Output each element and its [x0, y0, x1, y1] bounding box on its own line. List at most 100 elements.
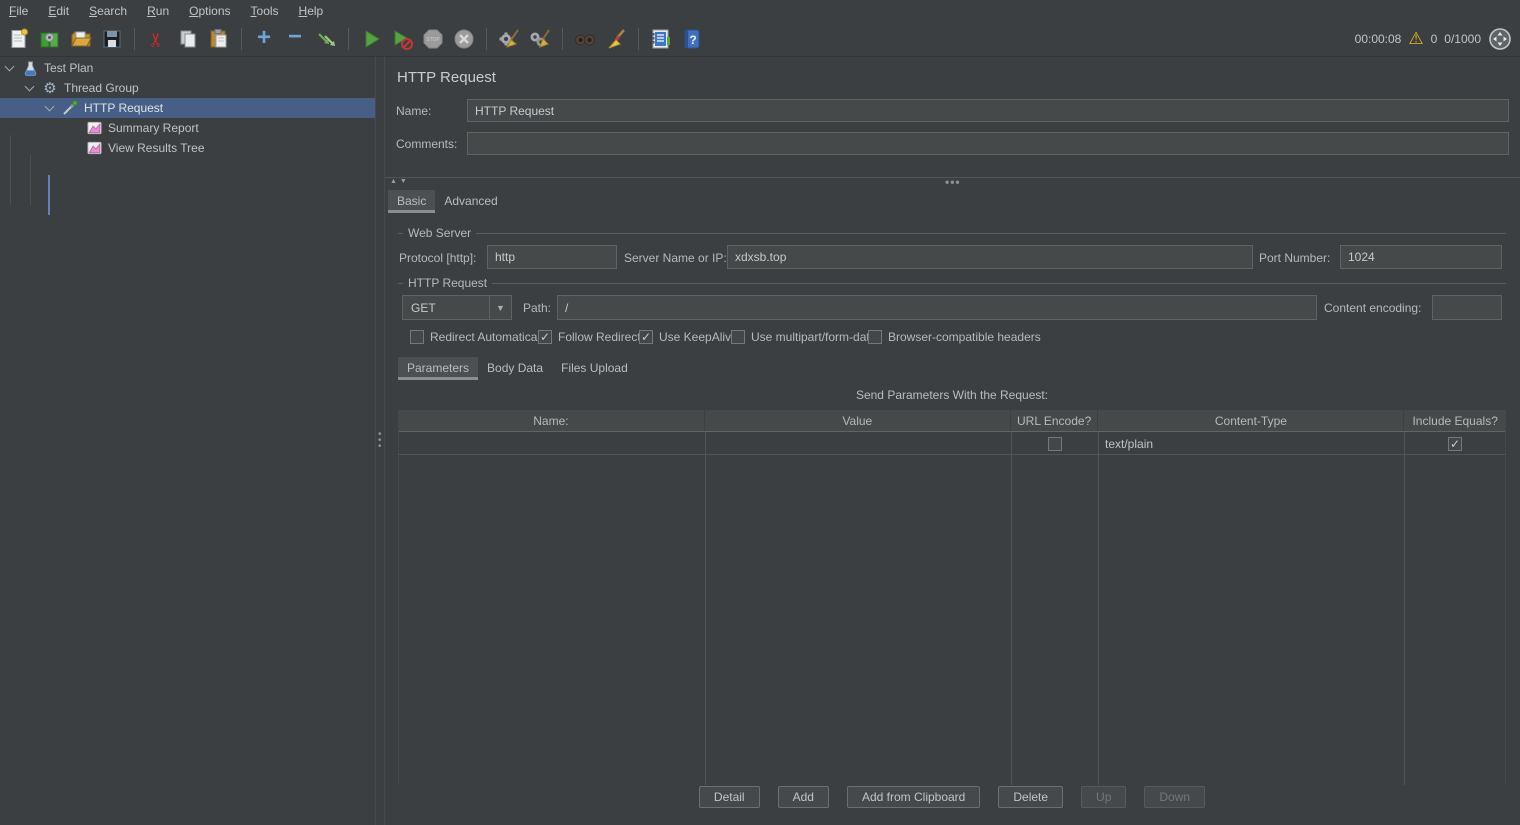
help-icon[interactable]: ?	[679, 26, 705, 52]
delete-button[interactable]: Delete	[998, 786, 1063, 808]
multipart-form-data-checkbox[interactable]	[731, 330, 745, 344]
http-request-editor: HTTP Request Name: Comments: ▲▼ ••• Basi…	[385, 57, 1520, 825]
tab-basic[interactable]: Basic	[388, 190, 435, 213]
clear-icon[interactable]	[496, 26, 522, 52]
splitter-grip-dots[interactable]: •••	[945, 175, 961, 189]
elapsed-time: 00:00:08	[1355, 32, 1402, 46]
web-server-legend: Web Server	[403, 226, 476, 240]
port-number-label: Port Number:	[1259, 251, 1330, 265]
cell-name[interactable]	[398, 433, 705, 454]
table-row: text/plain ✓	[398, 433, 1506, 455]
menu-options[interactable]: Options	[186, 2, 233, 20]
open-file-icon[interactable]	[68, 26, 94, 52]
splitter-grip[interactable]: •••	[378, 432, 382, 450]
use-keepalive-checkbox[interactable]: ✓	[639, 330, 653, 344]
server-name-input[interactable]	[727, 245, 1253, 269]
tab-advanced[interactable]: Advanced	[435, 190, 506, 213]
paste-icon[interactable]	[206, 26, 232, 52]
start-icon[interactable]	[358, 26, 384, 52]
tree-item-summary-report[interactable]: Summary Report	[0, 118, 375, 138]
detail-button[interactable]: Detail	[699, 786, 760, 808]
test-plan-tree: Test Plan ⚙ Thread Group HTTP Request Su…	[0, 57, 375, 825]
copy-icon[interactable]	[175, 26, 201, 52]
follow-redirects-checkbox[interactable]: ✓	[538, 330, 552, 344]
tree-main-splitter[interactable]: •••	[375, 57, 385, 825]
comments-input[interactable]	[467, 132, 1509, 155]
tab-files-upload[interactable]: Files Upload	[552, 357, 637, 380]
method-select[interactable]: GET ▼	[402, 295, 512, 320]
editor-splitter[interactable]: ▲▼ •••	[385, 177, 1520, 188]
content-encoding-input[interactable]	[1432, 295, 1502, 320]
remove-icon[interactable]: −	[282, 26, 308, 52]
tree-item-test-plan[interactable]: Test Plan	[0, 58, 375, 78]
shutdown-icon[interactable]	[451, 26, 477, 52]
path-input[interactable]	[557, 295, 1317, 320]
cell-content-type[interactable]: text/plain	[1098, 433, 1404, 454]
toolbar-separator	[486, 28, 487, 50]
add-icon[interactable]: +	[251, 26, 277, 52]
table-header-row: Name: Value URL Encode? Content-Type Inc…	[398, 410, 1506, 432]
cell-include-equals: ✓	[1404, 433, 1506, 454]
checkbox-label: Browser-compatible headers	[888, 330, 1041, 344]
browser-compatible-headers-option: Browser-compatible headers	[868, 330, 1041, 344]
menu-search[interactable]: Search	[86, 2, 130, 20]
url-encode-checkbox[interactable]	[1048, 437, 1062, 451]
column-header-name: Name:	[398, 410, 704, 431]
tree-item-label: Summary Report	[108, 121, 199, 135]
include-equals-checkbox[interactable]: ✓	[1448, 437, 1462, 451]
menu-run[interactable]: Run	[144, 2, 172, 20]
error-count: 0	[1431, 32, 1438, 46]
browser-compatible-headers-checkbox[interactable]	[868, 330, 882, 344]
tree-item-thread-group[interactable]: ⚙ Thread Group	[0, 78, 375, 98]
start-no-timers-icon[interactable]	[389, 26, 415, 52]
function-helper-icon[interactable]	[648, 26, 674, 52]
menu-file[interactable]: File	[6, 2, 31, 20]
thread-group-icon: ⚙	[42, 80, 58, 96]
column-header-value: Value	[705, 410, 1010, 431]
menu-tools[interactable]: Tools	[248, 2, 282, 20]
test-plan-icon	[22, 60, 38, 76]
web-server-groupbox	[398, 233, 1506, 234]
column-header-content-type: Content-Type	[1098, 410, 1403, 431]
new-file-icon[interactable]	[6, 26, 32, 52]
chevron-down-icon[interactable]: ▼	[489, 296, 511, 319]
toolbar-separator	[348, 28, 349, 50]
add-from-clipboard-button[interactable]: Add from Clipboard	[847, 786, 980, 808]
name-input[interactable]	[467, 99, 1509, 122]
svg-text:STOP: STOP	[426, 37, 440, 43]
tree-item-view-results-tree[interactable]: View Results Tree	[0, 138, 375, 158]
chevron-down-icon[interactable]	[25, 82, 35, 92]
splitter-collapse-arrows[interactable]: ▲▼	[390, 178, 410, 185]
templates-icon[interactable]	[37, 26, 63, 52]
search-reset-icon[interactable]	[603, 26, 629, 52]
tab-body-data[interactable]: Body Data	[478, 357, 552, 380]
content-encoding-label: Content encoding:	[1324, 301, 1421, 315]
redirect-automatically-option: Redirect Automatically	[410, 330, 549, 344]
listener-chart-icon	[86, 140, 102, 156]
listener-chart-icon	[86, 120, 102, 136]
tab-parameters[interactable]: Parameters	[398, 357, 478, 380]
port-number-input[interactable]	[1340, 245, 1502, 269]
save-icon[interactable]	[99, 26, 125, 52]
stop-icon[interactable]: STOP	[420, 26, 446, 52]
toolbar-separator	[562, 28, 563, 50]
search-icon[interactable]	[572, 26, 598, 52]
clear-all-icon[interactable]	[527, 26, 553, 52]
cell-value[interactable]	[705, 433, 1011, 454]
tree-item-http-request[interactable]: HTTP Request	[0, 98, 375, 118]
log-warning-icon[interactable]: ⚠	[1408, 29, 1423, 49]
method-value: GET	[403, 301, 489, 315]
cell-url-encode	[1011, 433, 1098, 454]
menu-edit[interactable]: Edit	[45, 2, 72, 20]
chevron-down-icon[interactable]	[5, 62, 15, 72]
svg-text:?: ?	[689, 33, 696, 47]
chevron-down-icon[interactable]	[45, 102, 55, 112]
redirect-automatically-checkbox[interactable]	[410, 330, 424, 344]
toggle-icon[interactable]	[313, 26, 339, 52]
cut-icon[interactable]: ✂	[144, 26, 170, 52]
add-button[interactable]: Add	[778, 786, 829, 808]
menu-help[interactable]: Help	[296, 2, 327, 20]
protocol-input[interactable]	[487, 245, 617, 269]
column-divider	[705, 432, 706, 785]
page-title: HTTP Request	[397, 69, 496, 86]
